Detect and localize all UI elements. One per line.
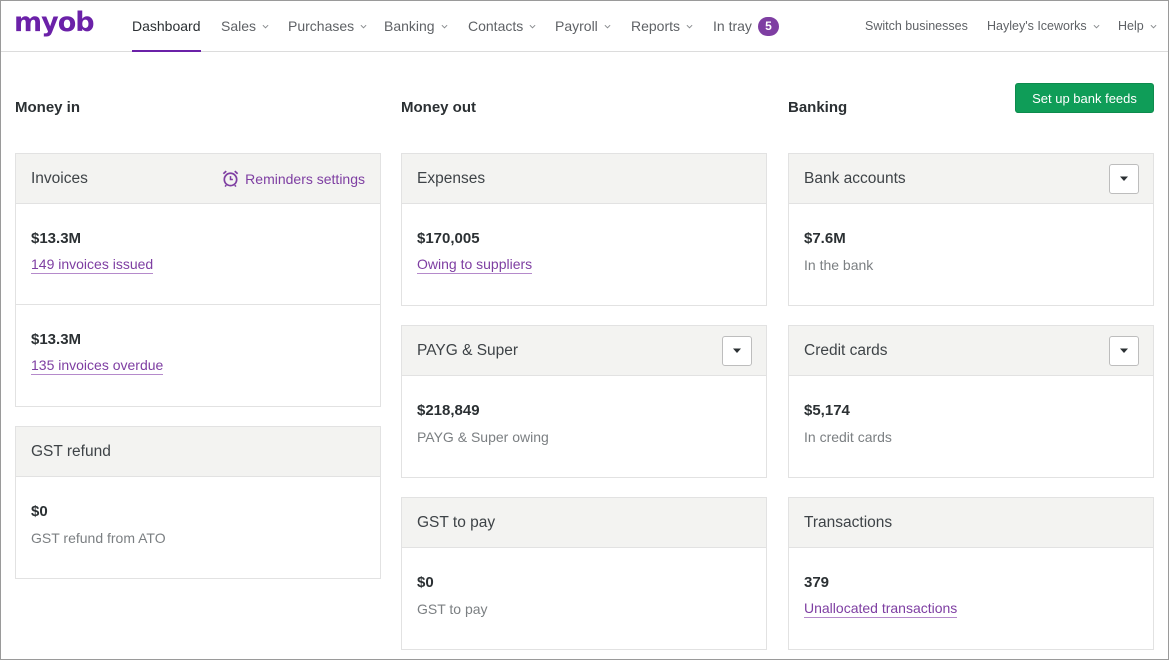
chevron-down-icon xyxy=(360,24,367,29)
nav-purchases[interactable]: Purchases xyxy=(288,1,367,51)
nav-reports[interactable]: Reports xyxy=(631,1,693,51)
expenses-card-title: Expenses xyxy=(417,169,486,187)
invoices-card-header: Invoices Reminders settings xyxy=(16,154,380,204)
invoices-issued-row: $13.3M 149 invoices issued xyxy=(16,204,380,305)
gst-refund-card: GST refund $0 GST refund from ATO xyxy=(15,426,381,579)
help-menu[interactable]: Help xyxy=(1118,1,1157,51)
reminders-settings-label: Reminders settings xyxy=(245,170,365,187)
credit-cards-subtext: In credit cards xyxy=(804,429,892,445)
set-up-bank-feeds-button[interactable]: Set up bank feeds xyxy=(1015,83,1154,113)
payg-super-amount: $218,849 xyxy=(417,402,480,419)
nav-reports-label: Reports xyxy=(631,18,681,34)
gst-refund-subtext: GST refund from ATO xyxy=(31,530,166,546)
gst-to-pay-card-title: GST to pay xyxy=(417,513,496,531)
payg-super-subtext: PAYG & Super owing xyxy=(417,429,549,445)
expenses-row: $170,005 Owing to suppliers xyxy=(402,204,766,305)
gst-refund-card-title: GST refund xyxy=(31,442,111,460)
alarm-clock-icon xyxy=(222,170,239,188)
transactions-card-header: Transactions xyxy=(789,498,1153,548)
nav-contacts-label: Contacts xyxy=(468,18,524,34)
invoices-overdue-amount: $13.3M xyxy=(31,331,82,348)
payg-super-card-title: PAYG & Super xyxy=(417,341,519,359)
myob-logo[interactable]: myob xyxy=(14,8,95,38)
transactions-card: Transactions 379 Unallocated transaction… xyxy=(788,497,1154,650)
gst-to-pay-amount: $0 xyxy=(417,574,434,591)
nav-contacts[interactable]: Contacts xyxy=(468,1,536,51)
credit-cards-card-header: Credit cards xyxy=(789,326,1153,376)
expenses-amount: $170,005 xyxy=(417,230,480,247)
top-navigation: myob Dashboard Sales Purchases Banking C… xyxy=(1,1,1168,52)
banking-heading: Banking xyxy=(788,99,848,116)
invoices-card-title: Invoices xyxy=(31,169,88,187)
transactions-row: 379 Unallocated transactions xyxy=(789,548,1153,649)
invoices-issued-link[interactable]: 149 invoices issued xyxy=(31,256,154,274)
gst-to-pay-row: $0 GST to pay xyxy=(402,548,766,649)
nav-dashboard[interactable]: Dashboard xyxy=(132,1,201,52)
nav-purchases-label: Purchases xyxy=(288,18,355,34)
business-name-label: Hayley's Iceworks xyxy=(987,19,1087,33)
bank-accounts-amount: $7.6M xyxy=(804,230,846,247)
chevron-down-icon xyxy=(529,24,536,29)
chevron-down-icon xyxy=(262,24,269,29)
unallocated-transactions-link[interactable]: Unallocated transactions xyxy=(804,600,958,618)
bank-accounts-card: Bank accounts $7.6M In the bank xyxy=(788,153,1154,306)
money-out-heading: Money out xyxy=(401,99,476,116)
invoices-overdue-link[interactable]: 135 invoices overdue xyxy=(31,357,164,375)
nav-banking-label: Banking xyxy=(384,18,435,34)
help-label: Help xyxy=(1118,19,1144,33)
nav-in-tray-label: In tray xyxy=(713,18,752,34)
credit-cards-card-title: Credit cards xyxy=(804,341,888,359)
nav-payroll-label: Payroll xyxy=(555,18,598,34)
nav-banking[interactable]: Banking xyxy=(384,1,448,51)
nav-sales[interactable]: Sales xyxy=(221,1,269,51)
payg-super-row: $218,849 PAYG & Super owing xyxy=(402,376,766,477)
credit-cards-amount: $5,174 xyxy=(804,402,850,419)
business-menu[interactable]: Hayley's Iceworks xyxy=(987,1,1100,51)
in-tray-count-badge: 5 xyxy=(757,16,779,36)
invoices-card: Invoices Reminders settings $13.3M 149 i… xyxy=(15,153,381,407)
gst-to-pay-subtext: GST to pay xyxy=(417,601,488,617)
chevron-down-icon xyxy=(1093,24,1100,29)
bank-accounts-row: $7.6M In the bank xyxy=(789,204,1153,305)
chevron-down-icon xyxy=(441,24,448,29)
bank-accounts-card-title: Bank accounts xyxy=(804,169,906,187)
nav-payroll[interactable]: Payroll xyxy=(555,1,611,51)
money-in-heading: Money in xyxy=(15,99,81,116)
transactions-card-title: Transactions xyxy=(804,513,893,531)
nav-dashboard-label: Dashboard xyxy=(132,18,201,34)
bank-accounts-dropdown-button[interactable] xyxy=(1109,163,1139,194)
chevron-down-icon xyxy=(686,24,693,29)
credit-cards-row: $5,174 In credit cards xyxy=(789,376,1153,477)
payg-super-card: PAYG & Super $218,849 PAYG & Super owing xyxy=(401,325,767,478)
payg-super-dropdown-button[interactable] xyxy=(722,335,752,366)
expenses-card: Expenses $170,005 Owing to suppliers xyxy=(401,153,767,306)
switch-businesses-label: Switch businesses xyxy=(865,19,968,33)
caret-down-icon xyxy=(1120,176,1128,181)
app-window: myob Dashboard Sales Purchases Banking C… xyxy=(0,0,1169,660)
nav-in-tray[interactable]: In tray 5 xyxy=(713,1,779,51)
gst-refund-amount: $0 xyxy=(31,503,48,520)
gst-to-pay-card: GST to pay $0 GST to pay xyxy=(401,497,767,650)
transactions-count: 379 xyxy=(804,574,830,591)
payg-super-card-header: PAYG & Super xyxy=(402,326,766,376)
credit-cards-dropdown-button[interactable] xyxy=(1109,335,1139,366)
chevron-down-icon xyxy=(604,24,611,29)
caret-down-icon xyxy=(733,348,741,353)
bank-accounts-card-header: Bank accounts xyxy=(789,154,1153,204)
reminders-settings-link[interactable]: Reminders settings xyxy=(221,169,365,188)
credit-cards-card: Credit cards $5,174 In credit cards xyxy=(788,325,1154,478)
gst-refund-row: $0 GST refund from ATO xyxy=(16,477,380,578)
invoices-issued-amount: $13.3M xyxy=(31,230,82,247)
owing-to-suppliers-link[interactable]: Owing to suppliers xyxy=(417,256,533,274)
switch-businesses-link[interactable]: Switch businesses xyxy=(865,1,968,51)
chevron-down-icon xyxy=(1150,24,1157,29)
bank-accounts-subtext: In the bank xyxy=(804,257,874,273)
gst-to-pay-card-header: GST to pay xyxy=(402,498,766,548)
invoices-overdue-row: $13.3M 135 invoices overdue xyxy=(16,305,380,406)
nav-sales-label: Sales xyxy=(221,18,257,34)
gst-refund-card-header: GST refund xyxy=(16,427,380,477)
expenses-card-header: Expenses xyxy=(402,154,766,204)
caret-down-icon xyxy=(1120,348,1128,353)
